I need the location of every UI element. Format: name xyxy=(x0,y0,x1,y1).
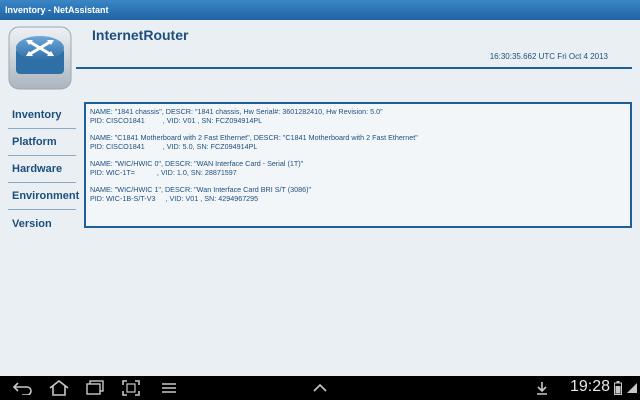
battery-icon xyxy=(612,376,624,400)
download-icon xyxy=(534,376,550,400)
inventory-output: NAME: "1841 chassis", DESCR: "1841 chass… xyxy=(84,102,632,228)
entry-name-line: NAME: "WIC/HWIC 0", DESCR: "WAN Interfac… xyxy=(90,159,304,168)
system-navigation-bar: 19:28 xyxy=(0,376,640,400)
inventory-entry: NAME: "WIC/HWIC 1", DESCR: "Wan Interfac… xyxy=(90,185,626,203)
title-bar: Inventory - NetAssistant xyxy=(0,0,640,20)
recent-apps-icon[interactable] xyxy=(82,376,108,400)
device-name: InternetRouter xyxy=(92,27,189,43)
router-icon xyxy=(8,26,72,90)
inventory-entry: NAME: "C1841 Motherboard with 2 Fast Eth… xyxy=(90,133,626,151)
sidebar-item-platform[interactable]: Platform xyxy=(8,129,76,156)
entry-name-line: NAME: "1841 chassis", DESCR: "1841 chass… xyxy=(90,107,383,116)
entry-pid-line: PID: WIC-1B-S/T-V3 , VID: V01 , SN: 4294… xyxy=(90,194,259,203)
home-icon[interactable] xyxy=(46,376,72,400)
sidebar: Inventory Platform Hardware Environment … xyxy=(8,102,79,237)
status-time: 19:28 xyxy=(569,378,610,395)
sidebar-item-inventory[interactable]: Inventory xyxy=(8,102,76,129)
entry-pid-line: PID: CISCO1841 , VID: V01 , SN: FCZ09491… xyxy=(90,116,263,125)
chevron-up-icon[interactable] xyxy=(308,376,332,400)
menu-icon[interactable] xyxy=(156,376,182,400)
inventory-entry: NAME: "WIC/HWIC 0", DESCR: "WAN Interfac… xyxy=(90,159,626,177)
back-icon[interactable] xyxy=(10,376,36,400)
entry-pid-line: PID: WIC-1T= , VID: 1.0, SN: 28871597 xyxy=(90,168,237,177)
header-divider xyxy=(76,67,632,69)
inventory-entry: NAME: "1841 chassis", DESCR: "1841 chass… xyxy=(90,107,626,125)
entry-name-line: NAME: "C1841 Motherboard with 2 Fast Eth… xyxy=(90,133,418,142)
timestamp: 16:30:35.662 UTC Fri Oct 4 2013 xyxy=(489,52,608,61)
window-title: Inventory - NetAssistant xyxy=(5,5,109,15)
sidebar-item-hardware[interactable]: Hardware xyxy=(8,156,76,183)
screenshot-icon[interactable] xyxy=(118,376,144,400)
sidebar-item-version[interactable]: Version xyxy=(8,210,76,237)
entry-pid-line: PID: CISCO1841 , VID: 5.0, SN: FCZ094914… xyxy=(90,142,258,151)
sidebar-item-environment[interactable]: Environment xyxy=(8,183,79,210)
signal-icon xyxy=(626,376,638,400)
entry-name-line: NAME: "WIC/HWIC 1", DESCR: "Wan Interfac… xyxy=(90,185,312,194)
